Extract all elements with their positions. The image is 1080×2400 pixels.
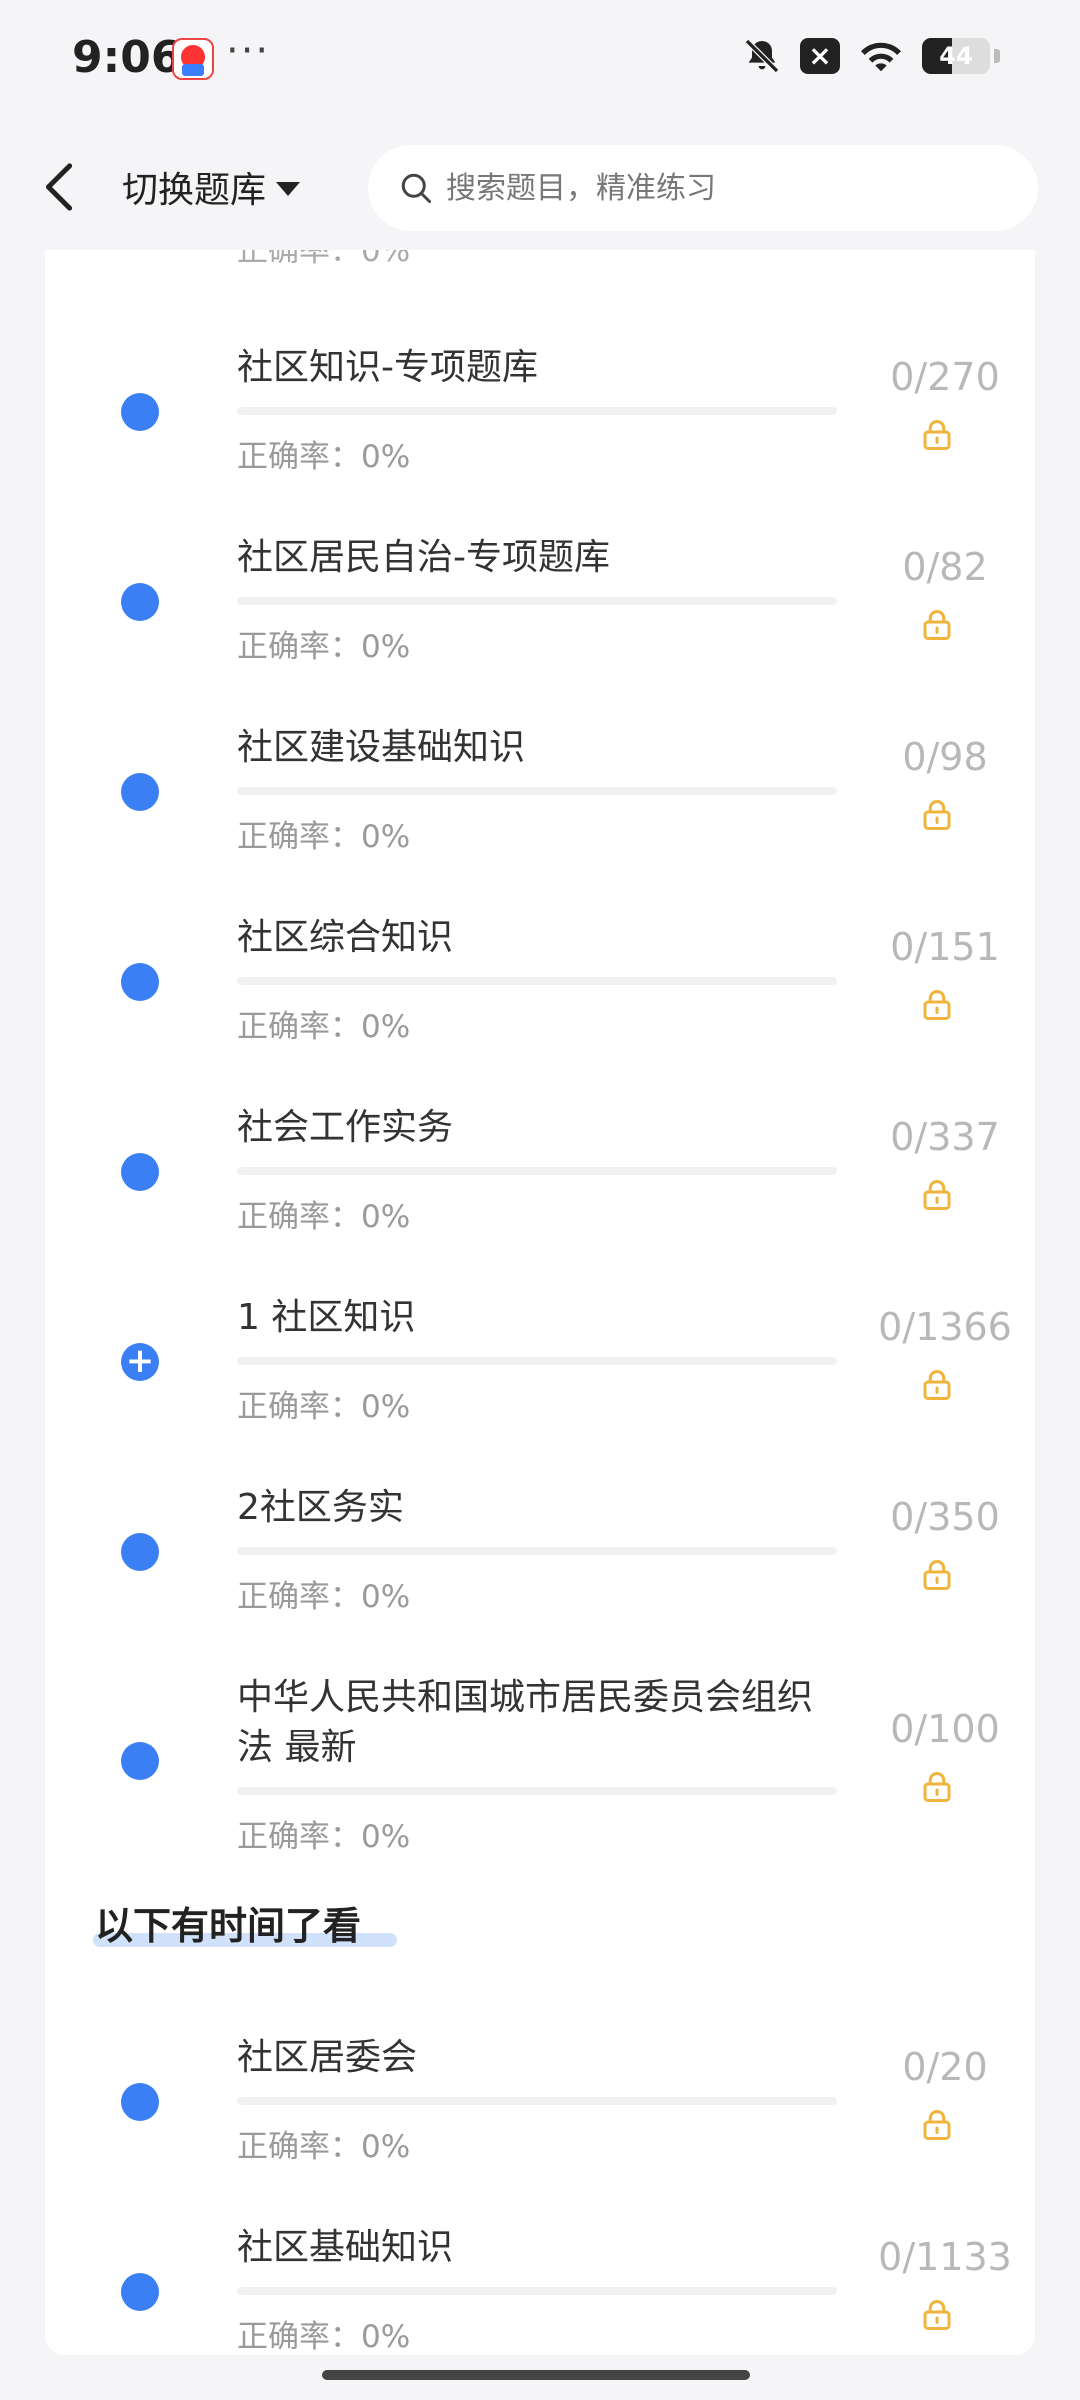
progress-bar [237,1167,837,1175]
progress-bar [237,1547,837,1555]
accuracy-rate: 正确率：0% [237,1199,411,1235]
status-dot-icon [121,1742,159,1780]
accuracy-rate: 正确率：0% [237,1579,411,1615]
progress-bar [237,407,837,415]
question-bank-item[interactable]: 社区知识-专项题库正确率：0% 0/270 [45,325,1035,515]
accuracy-rate: 正确率：0% [237,1389,411,1425]
battery-indicator: 44 [922,38,990,74]
accuracy-rate: 正确率：0% [237,2319,411,2355]
item-title: 社区居民自治-专项题库 [237,537,610,578]
search-box[interactable] [368,145,1038,231]
app-notification-icon [172,38,214,80]
lock-icon [923,1370,951,1400]
item-title: 中华人民共和国城市居民委员会组织法 最新 [237,1677,814,1768]
accuracy-rate: 正确率：0% [237,2129,411,2165]
item-title: 2社区务实 [237,1487,404,1528]
wifi-icon [858,37,904,75]
item-title: 社区基础知识 [237,2227,454,2268]
home-indicator[interactable] [322,2370,750,2380]
status-dot-icon [121,2273,159,2311]
question-bank-item[interactable]: 社区综合知识正确率：0% 0/151 [45,895,1035,1085]
accuracy-rate: 正确率：0% [237,439,411,475]
question-bank-item[interactable]: 社区建设基础知识正确率：0% 0/98 [45,705,1035,895]
question-count: 0/350 [890,1495,1000,1539]
item-title: 社区建设基础知识 [237,727,526,768]
question-count: 0/1366 [878,1305,1012,1349]
accuracy-rate: 正确率：0% [237,819,411,855]
question-count: 0/82 [902,545,988,589]
accuracy-rate: 正确率：0% [237,629,411,665]
status-dot-icon [121,583,159,621]
question-count: 0/270 [890,355,1000,399]
top-header: 切换题库 [0,125,1080,250]
question-bank-item[interactable]: 社区基础知识正确率：0% 0/1133 [45,2205,1035,2355]
question-count: 0/337 [890,1115,1000,1159]
status-dot-icon [121,2083,159,2121]
status-dot-icon [121,1153,159,1191]
lock-icon [923,800,951,830]
question-count: 0/20 [902,2045,988,2089]
lock-icon [923,2110,951,2140]
question-count: 0/98 [902,735,988,779]
question-bank-item[interactable]: 社区居委会正确率：0% 0/20 [45,2015,1035,2205]
question-bank-item[interactable]: 2社区务实正确率：0% 0/350 [45,1465,1035,1655]
switch-bank-label: 切换题库 [122,170,267,211]
item-title: 社区知识-专项题库 [237,347,538,388]
status-dot-icon [121,1533,159,1571]
item-title: 社区综合知识 [237,917,454,958]
accuracy-rate: 正确率：0% [237,1009,411,1045]
caret-down-icon [276,182,301,196]
question-bank-item[interactable]: 社区居民自治-专项题库正确率：0% 0/82 [45,515,1035,705]
status-bar: 9:06 ··· × 44 [0,0,1080,125]
bell-off-icon [742,36,782,76]
back-arrow-icon[interactable] [40,162,80,212]
section-title: 以下有时间了看 [95,1904,362,1948]
more-notifications-icon: ··· [226,28,271,74]
status-icons: × 44 [742,36,1000,76]
lock-icon [923,1772,951,1802]
progress-bar [237,1787,837,1795]
status-dot-icon [121,963,159,1001]
lock-icon [923,1560,951,1590]
lock-icon [923,2300,951,2330]
question-bank-item[interactable]: +1 社区知识正确率：0% 0/1366 [45,1275,1035,1465]
status-dot-icon [121,393,159,431]
search-input[interactable] [444,169,1008,207]
item-title: 社区居委会 [237,2037,418,2078]
question-bank-item[interactable]: 社会工作实务正确率：0% 0/337 [45,1085,1035,1275]
question-bank-item[interactable]: 中华人民共和国城市居民委员会组织法 最新正确率：0% 0/100 [45,1655,1035,1855]
progress-bar [237,2097,837,2105]
item-title: 1 社区知识 [237,1297,416,1338]
question-count: 0/151 [890,925,1000,969]
progress-bar [237,597,837,605]
accuracy-rate: 正确率：0% [237,1819,411,1855]
question-count: 0/1133 [878,2235,1012,2279]
question-bank-list: 正确率：0% 社区知识-专项题库 正确率：0% 0/270 社区居民自治-专项题库 正确… [45,205,1035,2355]
progress-bar [237,2287,837,2295]
plus-circle-icon: + [121,1343,159,1381]
lock-icon [923,610,951,640]
close-badge-icon: × [800,38,840,74]
lock-icon [923,990,951,1020]
progress-bar [237,1357,837,1365]
battery-tip [994,49,1000,63]
lock-icon [923,420,951,450]
status-time: 9:06 [72,32,182,83]
status-dot-icon [121,773,159,811]
progress-bar [237,977,837,985]
battery-level: 44 [939,42,973,70]
progress-bar [237,787,837,795]
switch-bank-dropdown[interactable]: 切换题库 [122,161,301,213]
question-count: 0/100 [890,1707,1000,1751]
item-title: 社会工作实务 [237,1107,454,1148]
lock-icon [923,1180,951,1210]
search-icon [401,173,431,203]
